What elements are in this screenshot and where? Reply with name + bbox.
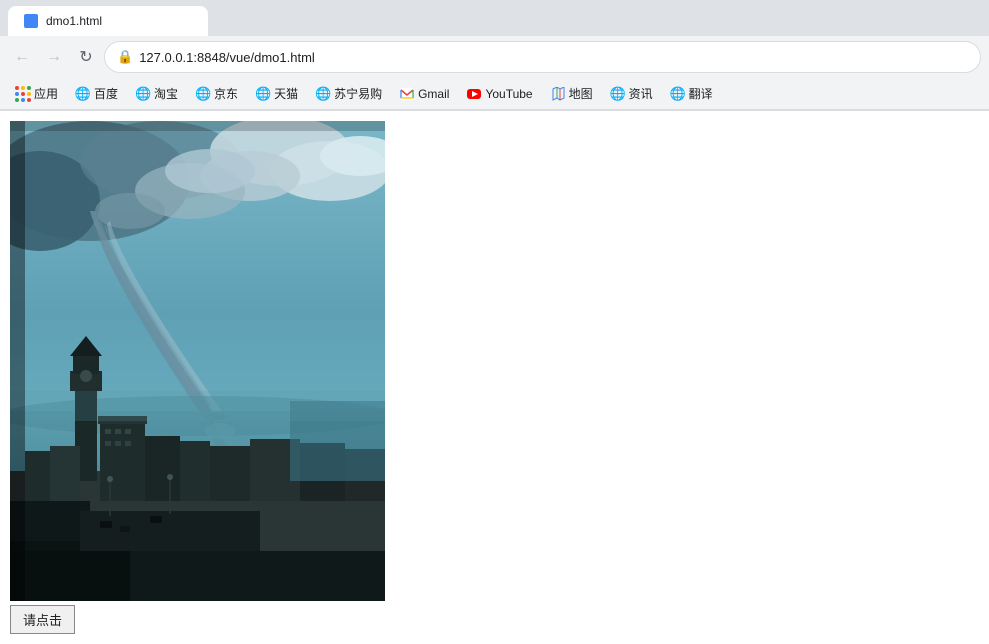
- bookmark-ditu[interactable]: 地图: [543, 82, 601, 105]
- suning-icon: 🌐: [316, 87, 330, 101]
- bookmark-info[interactable]: 🌐 资讯: [603, 82, 661, 105]
- bookmark-translate[interactable]: 🌐 翻译: [663, 82, 721, 105]
- click-button[interactable]: 请点击: [10, 605, 75, 634]
- page-content: 请点击: [0, 111, 989, 644]
- bookmark-tmall[interactable]: 🌐 天猫: [248, 82, 306, 105]
- url-text: 127.0.0.1:8848/vue/dmo1.html: [139, 50, 968, 65]
- bookmark-youtube[interactable]: YouTube: [459, 84, 540, 104]
- address-bar[interactable]: 🔒 127.0.0.1:8848/vue/dmo1.html: [104, 41, 981, 73]
- image-container: [10, 121, 385, 601]
- bookmark-youtube-label: YouTube: [485, 87, 532, 101]
- maps-icon: [551, 87, 565, 101]
- forward-button[interactable]: →: [40, 43, 68, 71]
- bookmark-baidu-label: 百度: [94, 85, 118, 102]
- taobao-icon: 🌐: [136, 87, 150, 101]
- apps-icon: [16, 87, 30, 101]
- bookmark-ditu-label: 地图: [569, 85, 593, 102]
- bookmark-tmall-label: 天猫: [274, 85, 298, 102]
- tmall-icon: 🌐: [256, 87, 270, 101]
- bookmark-apps[interactable]: 应用: [8, 82, 66, 105]
- bookmark-info-label: 资讯: [629, 85, 653, 102]
- bookmark-jd-label: 京东: [214, 85, 238, 102]
- info-icon: 🌐: [611, 87, 625, 101]
- gmail-icon: [400, 87, 414, 101]
- bookmarks-bar: 应用 🌐 百度 🌐 淘宝 🌐 京东 🌐 天猫 🌐 苏宁易购: [0, 78, 989, 110]
- bookmark-taobao-label: 淘宝: [154, 85, 178, 102]
- button-area: 请点击: [10, 605, 979, 634]
- tab-bar: dmo1.html: [0, 0, 989, 36]
- translate-icon: 🌐: [671, 87, 685, 101]
- tab-title: dmo1.html: [46, 14, 102, 28]
- lock-icon: 🔒: [117, 49, 133, 65]
- bookmark-suning-label: 苏宁易购: [334, 85, 382, 102]
- active-tab[interactable]: dmo1.html: [8, 6, 208, 36]
- bookmark-translate-label: 翻译: [689, 85, 713, 102]
- bookmark-taobao[interactable]: 🌐 淘宝: [128, 82, 186, 105]
- tab-favicon: [24, 14, 38, 28]
- bookmark-gmail-label: Gmail: [418, 87, 449, 101]
- baidu-icon: 🌐: [76, 87, 90, 101]
- back-button[interactable]: ←: [8, 43, 36, 71]
- youtube-icon: [467, 87, 481, 101]
- bookmark-baidu[interactable]: 🌐 百度: [68, 82, 126, 105]
- bookmark-apps-label: 应用: [34, 85, 58, 102]
- refresh-button[interactable]: ↻: [72, 43, 100, 71]
- tornado-painting: [10, 121, 385, 601]
- bookmark-jd[interactable]: 🌐 京东: [188, 82, 246, 105]
- navigation-bar: ← → ↻ 🔒 127.0.0.1:8848/vue/dmo1.html: [0, 36, 989, 78]
- browser-chrome: dmo1.html ← → ↻ 🔒 127.0.0.1:8848/vue/dmo…: [0, 0, 989, 111]
- jd-icon: 🌐: [196, 87, 210, 101]
- bookmark-suning[interactable]: 🌐 苏宁易购: [308, 82, 390, 105]
- bookmark-gmail[interactable]: Gmail: [392, 84, 457, 104]
